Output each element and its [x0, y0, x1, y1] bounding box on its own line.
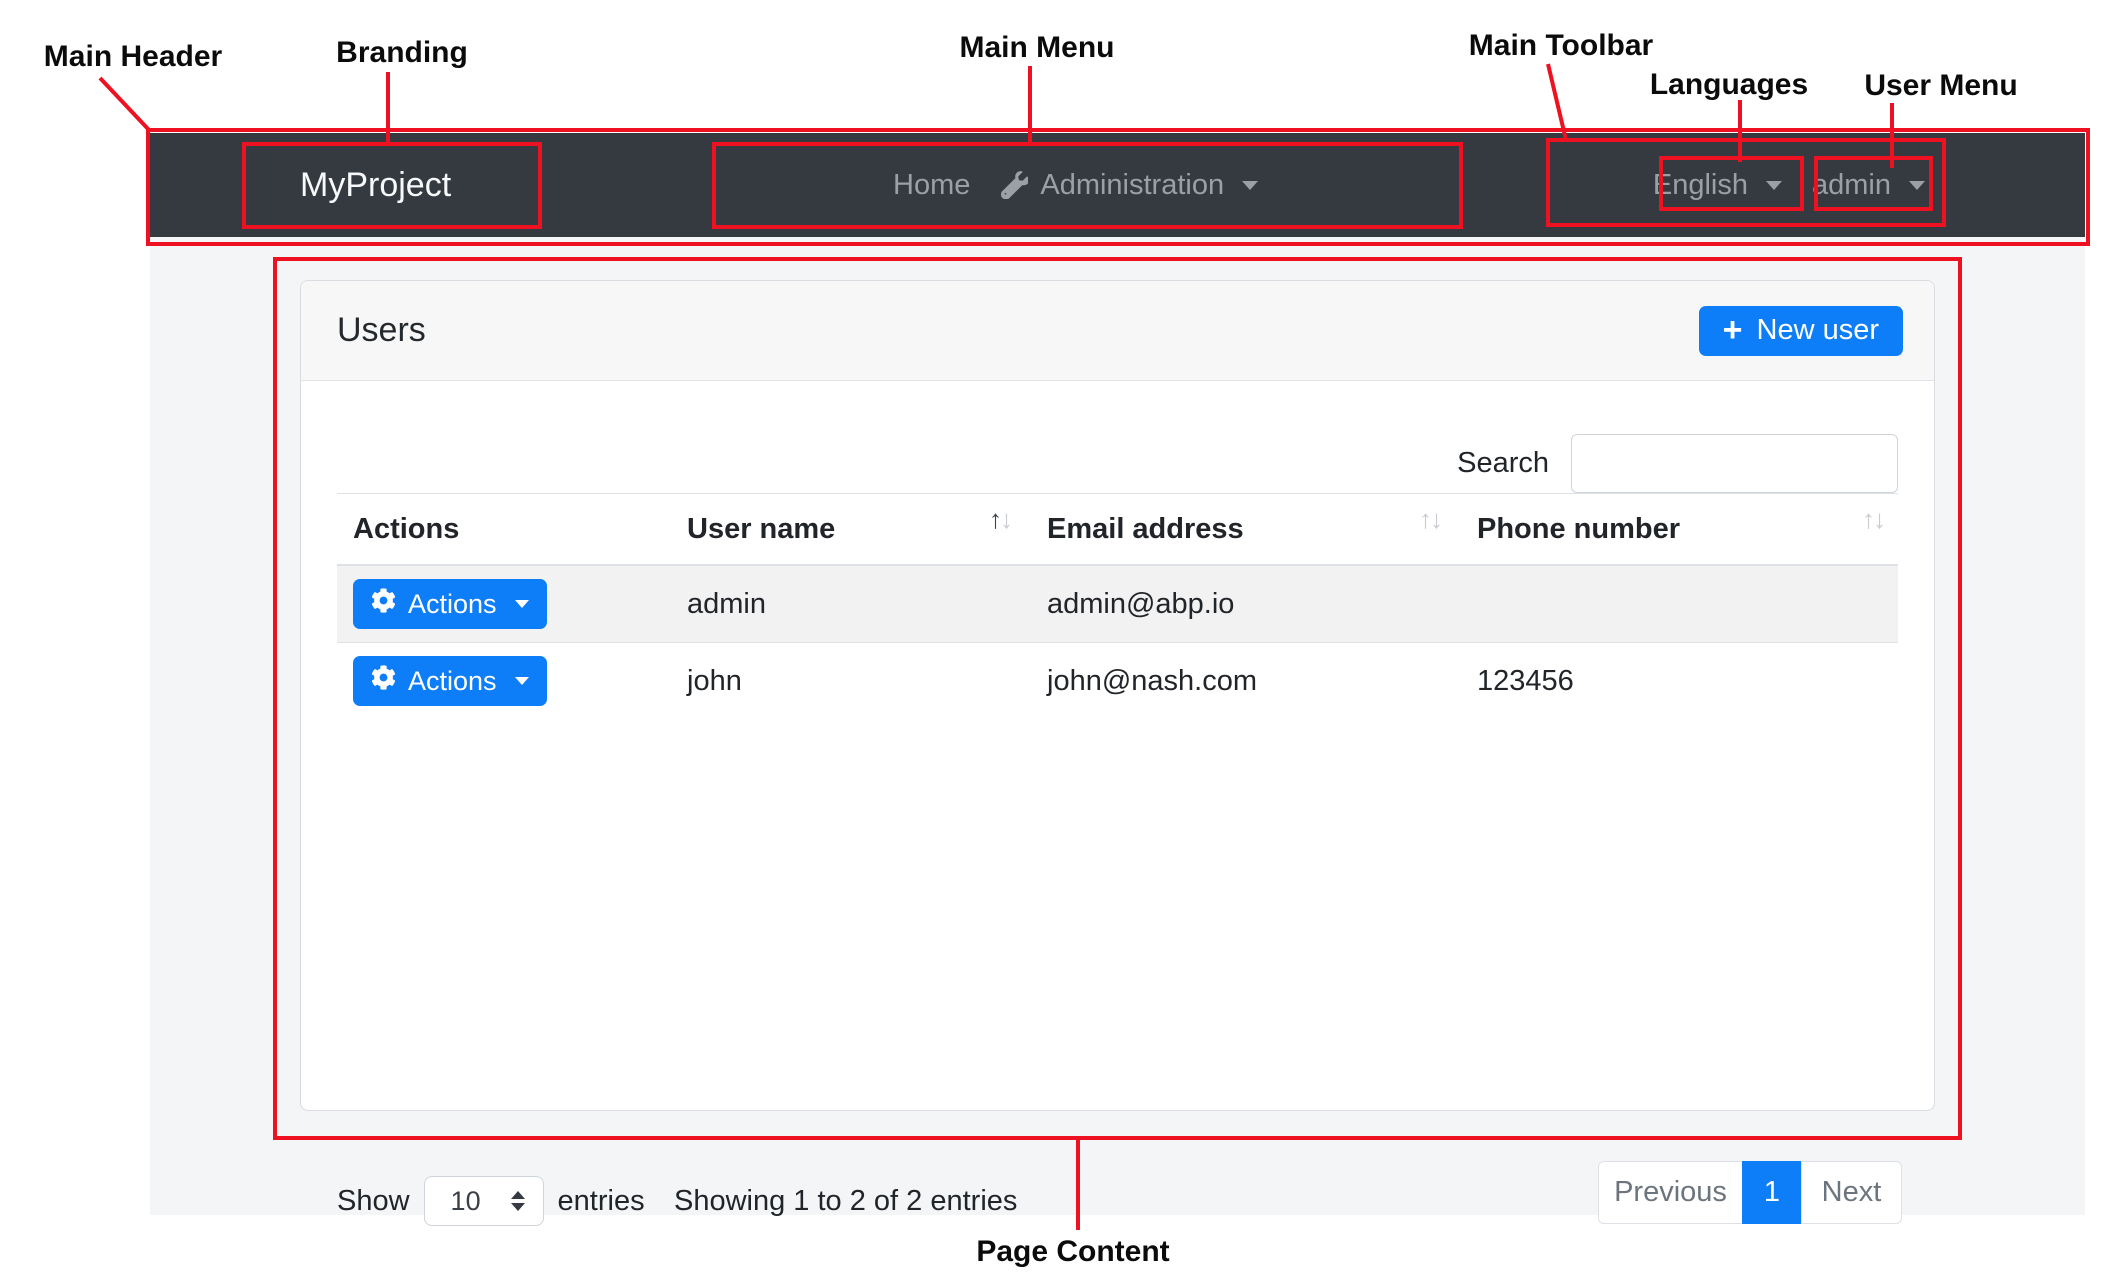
table-row: Actions john john@nash.com 123456	[337, 643, 1898, 720]
chevron-down-icon	[1909, 181, 1925, 190]
entries-label: entries	[558, 1185, 645, 1218]
annotation-label-page-content: Page Content	[976, 1235, 1169, 1269]
pagination-next[interactable]: Next	[1801, 1161, 1902, 1224]
page-size-select[interactable]: 10	[424, 1176, 544, 1226]
gear-icon	[371, 665, 396, 697]
menu-item-administration[interactable]: Administration	[1000, 169, 1258, 202]
user-menu-label: admin	[1812, 169, 1891, 202]
language-dropdown[interactable]: English	[1653, 169, 1782, 202]
page-title: Users	[337, 311, 426, 350]
cell-username: john	[671, 643, 1031, 720]
table-header-row: Actions User name ↑↓ Email address ↑↓ Ph…	[337, 494, 1898, 566]
screenshot-stage: MyProject Home Administration English ad…	[0, 0, 2128, 1272]
users-card: Users + New user Search Actions User nam…	[300, 280, 1935, 1111]
column-header-email-label: Email address	[1047, 513, 1244, 545]
row-actions-label: Actions	[408, 589, 497, 620]
card-header: Users + New user	[301, 281, 1934, 381]
card-body: Search Actions User name ↑↓ Email addres…	[301, 434, 1934, 1165]
show-label: Show	[337, 1185, 410, 1218]
branding-logo[interactable]: MyProject	[300, 133, 451, 237]
chevron-down-icon	[515, 600, 529, 608]
chevron-down-icon	[515, 677, 529, 685]
new-user-button[interactable]: + New user	[1699, 306, 1903, 356]
user-menu-dropdown[interactable]: admin	[1812, 169, 1925, 202]
column-header-phone[interactable]: Phone number ↑↓	[1461, 494, 1898, 566]
pagination: Previous 1 Next	[1598, 1161, 1902, 1224]
menu-home-label: Home	[893, 169, 970, 202]
table-row: Actions admin admin@abp.io	[337, 565, 1898, 643]
chevron-down-icon	[1242, 181, 1258, 190]
wrench-icon	[1000, 171, 1028, 199]
stepper-icon	[511, 1191, 525, 1211]
annotation-label-main-header: Main Header	[44, 40, 222, 74]
cell-email: admin@abp.io	[1031, 565, 1461, 643]
search-label: Search	[1457, 447, 1549, 480]
annotation-label-branding: Branding	[336, 36, 468, 70]
column-header-username-label: User name	[687, 513, 835, 545]
annotation-label-languages: Languages	[1650, 68, 1808, 102]
search-row: Search	[337, 434, 1898, 493]
page-size-value: 10	[451, 1186, 481, 1217]
menu-administration-label: Administration	[1040, 169, 1224, 202]
cell-phone	[1461, 565, 1898, 643]
table-info-text: Showing 1 to 2 of 2 entries	[674, 1185, 1017, 1218]
row-actions-button[interactable]: Actions	[353, 579, 547, 629]
cell-email: john@nash.com	[1031, 643, 1461, 720]
cell-phone: 123456	[1461, 643, 1898, 720]
main-header-navbar: MyProject Home Administration English ad…	[150, 133, 2085, 237]
pagination-page-1[interactable]: 1	[1742, 1161, 1802, 1224]
new-user-button-label: New user	[1757, 314, 1880, 347]
gear-icon	[371, 588, 396, 620]
language-label: English	[1653, 169, 1748, 202]
sort-icon: ↑↓	[989, 504, 1011, 535]
column-header-username[interactable]: User name ↑↓	[671, 494, 1031, 566]
page-size-control: Show 10 entries	[337, 1176, 645, 1226]
annotation-line-main-toolbar	[1548, 64, 1566, 140]
pagination-previous[interactable]: Previous	[1598, 1161, 1743, 1224]
annotation-label-main-toolbar: Main Toolbar	[1469, 29, 1653, 63]
annotation-label-user-menu: User Menu	[1864, 69, 2017, 103]
plus-icon: +	[1723, 313, 1743, 347]
menu-item-home[interactable]: Home	[893, 169, 970, 202]
sort-icon: ↑↓	[1862, 504, 1884, 535]
cell-username: admin	[671, 565, 1031, 643]
row-actions-button[interactable]: Actions	[353, 656, 547, 706]
main-toolbar: English admin	[1653, 133, 1925, 237]
column-header-phone-label: Phone number	[1477, 513, 1680, 545]
annotation-line-main-header	[100, 78, 149, 130]
users-table: Actions User name ↑↓ Email address ↑↓ Ph…	[337, 493, 1898, 720]
search-input[interactable]	[1571, 434, 1898, 493]
sort-icon: ↑↓	[1419, 504, 1441, 535]
chevron-down-icon	[1766, 181, 1782, 190]
column-header-email[interactable]: Email address ↑↓	[1031, 494, 1461, 566]
main-menu: Home Administration	[893, 133, 1258, 237]
annotation-label-main-menu: Main Menu	[960, 31, 1115, 65]
column-header-actions: Actions	[337, 494, 671, 566]
row-actions-label: Actions	[408, 666, 497, 697]
